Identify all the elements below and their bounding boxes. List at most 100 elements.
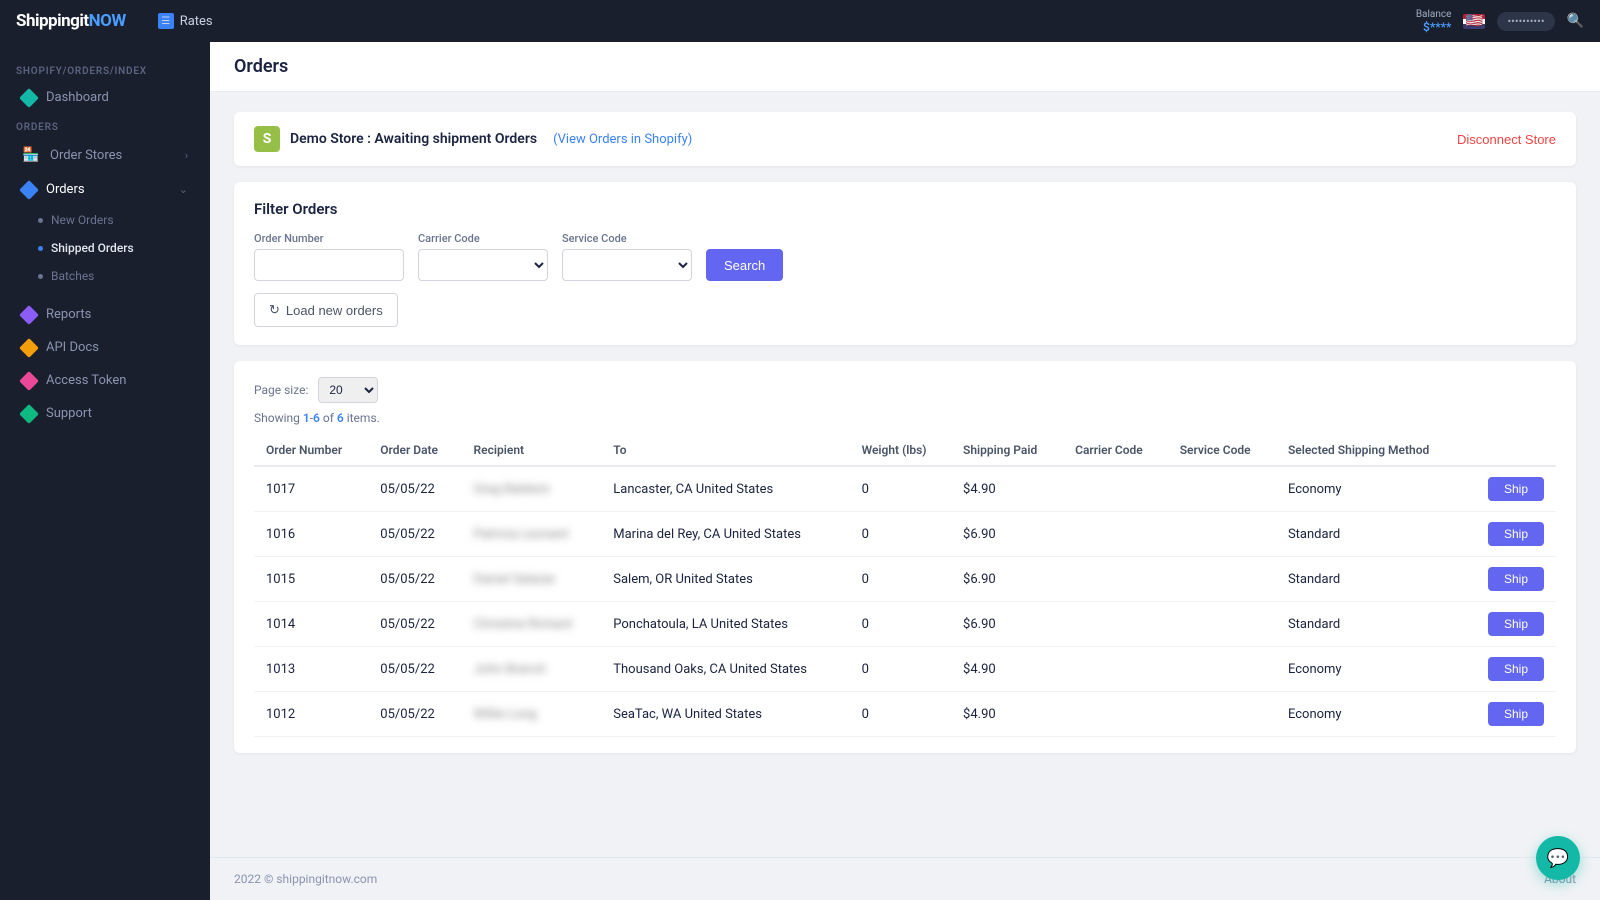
filter-title: Filter Orders xyxy=(254,200,1556,218)
col-shipping-method: Selected Shipping Method xyxy=(1276,435,1465,466)
logo[interactable]: ShippingitNOW xyxy=(16,11,126,31)
cell-ship-action: Ship xyxy=(1465,602,1556,647)
cell-shipping-method: Economy xyxy=(1276,647,1465,692)
cell-weight: 0 xyxy=(850,466,951,512)
cell-to: Salem, OR United States xyxy=(601,557,849,602)
cell-order-number: 1013 xyxy=(254,647,368,692)
user-chip[interactable]: •••••••••• xyxy=(1497,12,1554,31)
ship-button[interactable]: Ship xyxy=(1488,477,1544,501)
cell-order-number: 1014 xyxy=(254,602,368,647)
cell-order-number: 1016 xyxy=(254,512,368,557)
table-header-row: Order Number Order Date Recipient To Wei… xyxy=(254,435,1556,466)
ship-button[interactable]: Ship xyxy=(1488,567,1544,591)
load-new-orders-button[interactable]: ↻ Load new orders xyxy=(254,293,398,327)
user-email: •••••••••• xyxy=(1507,15,1544,28)
col-to: To xyxy=(601,435,849,466)
cell-recipient: Christine Richard xyxy=(462,602,602,647)
ship-button[interactable]: Ship xyxy=(1488,657,1544,681)
service-code-select[interactable] xyxy=(562,249,692,281)
cell-weight: 0 xyxy=(850,692,951,737)
reports-icon xyxy=(19,305,39,325)
balance-block: Balance $**** xyxy=(1416,9,1452,34)
cell-service-code xyxy=(1168,602,1276,647)
support-icon xyxy=(19,404,39,424)
cell-shipping-paid: $4.90 xyxy=(951,647,1063,692)
sidebar-item-orders[interactable]: Orders ⌄ xyxy=(6,173,204,206)
order-stores-chevron: › xyxy=(185,149,188,162)
sidebar-item-api-docs-label: API Docs xyxy=(46,340,99,355)
cell-ship-action: Ship xyxy=(1465,512,1556,557)
filter-row: Order Number Carrier Code Service Code xyxy=(254,232,1556,281)
api-docs-icon xyxy=(19,338,39,358)
sidebar-item-dashboard-label: Dashboard xyxy=(46,90,109,105)
page-size-label: Page size: xyxy=(254,383,308,397)
order-number-input[interactable] xyxy=(254,249,404,281)
ship-button[interactable]: Ship xyxy=(1488,522,1544,546)
sidebar-item-access-token[interactable]: Access Token xyxy=(6,364,204,397)
sidebar-item-shipped-orders[interactable]: Shipped Orders xyxy=(38,234,204,262)
carrier-code-select[interactable] xyxy=(418,249,548,281)
chat-bubble[interactable]: 💬 xyxy=(1536,836,1580,880)
sidebar-item-dashboard[interactable]: Dashboard xyxy=(6,81,204,114)
col-carrier-code: Carrier Code xyxy=(1063,435,1168,466)
cell-ship-action: Ship xyxy=(1465,466,1556,512)
sidebar-section-shopify: SHOPIFY/ORDERS/INDEX xyxy=(0,58,210,81)
cell-order-number: 1017 xyxy=(254,466,368,512)
sidebar-item-reports-label: Reports xyxy=(46,307,91,322)
sidebar-item-support[interactable]: Support xyxy=(6,397,204,430)
rates-tab[interactable]: ☰ Rates xyxy=(146,9,225,33)
sidebar-item-api-docs[interactable]: API Docs xyxy=(6,331,204,364)
balance-amount: $**** xyxy=(1416,20,1452,34)
cell-ship-action: Ship xyxy=(1465,692,1556,737)
col-order-number: Order Number xyxy=(254,435,368,466)
store-banner-left: S Demo Store : Awaiting shipment Orders … xyxy=(254,126,692,152)
page-body: S Demo Store : Awaiting shipment Orders … xyxy=(210,92,1600,857)
cell-ship-action: Ship xyxy=(1465,647,1556,692)
sidebar-item-new-orders[interactable]: New Orders xyxy=(38,206,204,234)
orders-icon xyxy=(19,180,39,200)
ship-button[interactable]: Ship xyxy=(1488,612,1544,636)
cell-carrier-code xyxy=(1063,466,1168,512)
cell-order-date: 05/05/22 xyxy=(368,647,461,692)
sidebar-item-support-label: Support xyxy=(46,406,92,421)
sidebar-item-order-stores[interactable]: 🏪 Order Stores › xyxy=(6,137,204,173)
shopify-icon: S xyxy=(254,126,280,152)
dashboard-icon xyxy=(19,88,39,108)
service-code-label: Service Code xyxy=(562,232,692,245)
new-orders-dot xyxy=(38,218,43,223)
ship-button[interactable]: Ship xyxy=(1488,702,1544,726)
sidebar-item-new-orders-label: New Orders xyxy=(51,213,114,227)
sidebar-item-batches[interactable]: Batches xyxy=(38,262,204,290)
main-content: Orders S Demo Store : Awaiting shipment … xyxy=(210,42,1600,900)
showing-text: Showing 1-6 of 6 items. xyxy=(254,411,1556,425)
showing-total: 6 xyxy=(337,411,344,425)
table-row: 1017 05/05/22 Greg Baldwin Lancaster, CA… xyxy=(254,466,1556,512)
load-new-orders-label: Load new orders xyxy=(286,303,383,318)
search-icon[interactable]: 🔍 xyxy=(1567,13,1584,29)
view-orders-link[interactable]: (View Orders in Shopify) xyxy=(553,132,692,147)
cell-recipient: Willie Long xyxy=(462,692,602,737)
page-size-select[interactable]: 20 50 100 xyxy=(318,377,378,403)
cell-shipping-method: Standard xyxy=(1276,512,1465,557)
shipped-orders-dot xyxy=(38,246,43,251)
col-shipping-paid: Shipping Paid xyxy=(951,435,1063,466)
cell-to: Thousand Oaks, CA United States xyxy=(601,647,849,692)
cell-service-code xyxy=(1168,647,1276,692)
cell-to: SeaTac, WA United States xyxy=(601,692,849,737)
search-button[interactable]: Search xyxy=(706,249,783,281)
sidebar-item-reports[interactable]: Reports xyxy=(6,298,204,331)
footer: 2022 © shippingitnow.com About xyxy=(210,857,1600,900)
sidebar-section-orders: ORDERS xyxy=(0,114,210,137)
table-controls: Page size: 20 50 100 xyxy=(254,377,1556,403)
cell-service-code xyxy=(1168,557,1276,602)
cell-shipping-paid: $6.90 xyxy=(951,557,1063,602)
cell-service-code xyxy=(1168,466,1276,512)
cell-order-date: 05/05/22 xyxy=(368,557,461,602)
orders-table: Order Number Order Date Recipient To Wei… xyxy=(254,435,1556,737)
sidebar-item-orders-label: Orders xyxy=(46,182,85,197)
cell-to: Lancaster, CA United States xyxy=(601,466,849,512)
topnav: ShippingitNOW ☰ Rates Balance $**** 🇺🇸 •… xyxy=(0,0,1600,42)
cell-to: Ponchatoula, LA United States xyxy=(601,602,849,647)
cell-recipient: Patricia Leonard xyxy=(462,512,602,557)
disconnect-store-button[interactable]: Disconnect Store xyxy=(1457,132,1556,147)
